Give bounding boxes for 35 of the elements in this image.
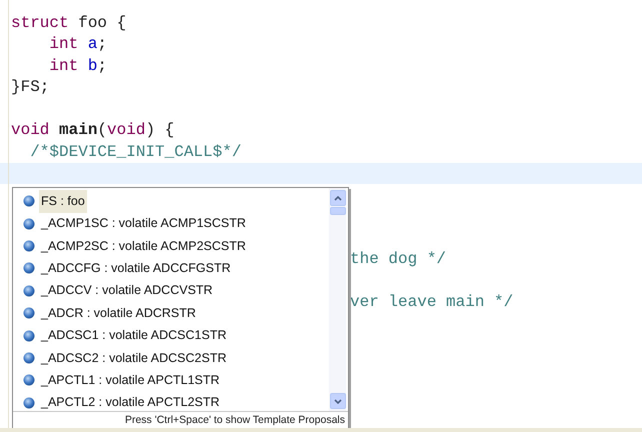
proposal-item[interactable]: FS : foo (39, 190, 87, 213)
code-line: }FS; (11, 77, 50, 98)
proposal-item[interactable]: _ADCCFG : volatile ADCCFGSTR (39, 257, 233, 280)
proposal-item[interactable]: _ADCSC2 : volatile ADCSC2STR (39, 346, 228, 370)
chevron-up-icon (334, 196, 342, 200)
field-icon (23, 218, 35, 230)
proposal-item[interactable]: _ACMP2SC : volatile ACMP2SCSTR (39, 234, 248, 258)
proposal-item[interactable]: _ADCSC1 : volatile ADCSC1STR (39, 324, 228, 347)
code-line: ver leave main */ (350, 292, 514, 314)
field-icon (23, 262, 35, 274)
field-icon (23, 330, 35, 342)
field-icon (23, 352, 35, 364)
field-icon (23, 374, 35, 386)
field-icon (23, 284, 35, 297)
code-line: void main(void) { (11, 120, 174, 142)
code-line: struct foo { (11, 12, 126, 34)
field-icon (23, 195, 35, 208)
scroll-up-button[interactable] (330, 190, 346, 206)
code-line: /*$DEVICE_INIT_CALL$*/ (29, 142, 242, 163)
proposal-item[interactable]: _ACMP1SC : volatile ACMP1SCSTR (39, 212, 248, 235)
code-line: int a; (48, 34, 108, 56)
status-hint: Press 'Ctrl+Space' to show Template Proposals (124, 412, 345, 428)
scroll-thumb[interactable] (330, 207, 346, 215)
code-line: the dog */ (350, 249, 446, 270)
chevron-down-icon (334, 398, 342, 404)
field-icon (23, 307, 35, 320)
proposal-item[interactable]: _ADCR : volatile ADCRSTR (39, 302, 198, 325)
proposal-item[interactable]: _ADCCV : volatile ADCCVSTR (39, 279, 215, 302)
field-icon (23, 240, 35, 252)
code-line: int b; (48, 56, 108, 77)
scroll-down-button[interactable] (330, 393, 346, 409)
scrollbar[interactable] (329, 188, 346, 411)
proposal-item[interactable]: _APCTL1 : volatile APCTL1STR (39, 368, 222, 392)
field-icon (23, 396, 35, 409)
proposal-item[interactable]: _APCTL2 : volatile APCTL2STR (39, 391, 222, 411)
